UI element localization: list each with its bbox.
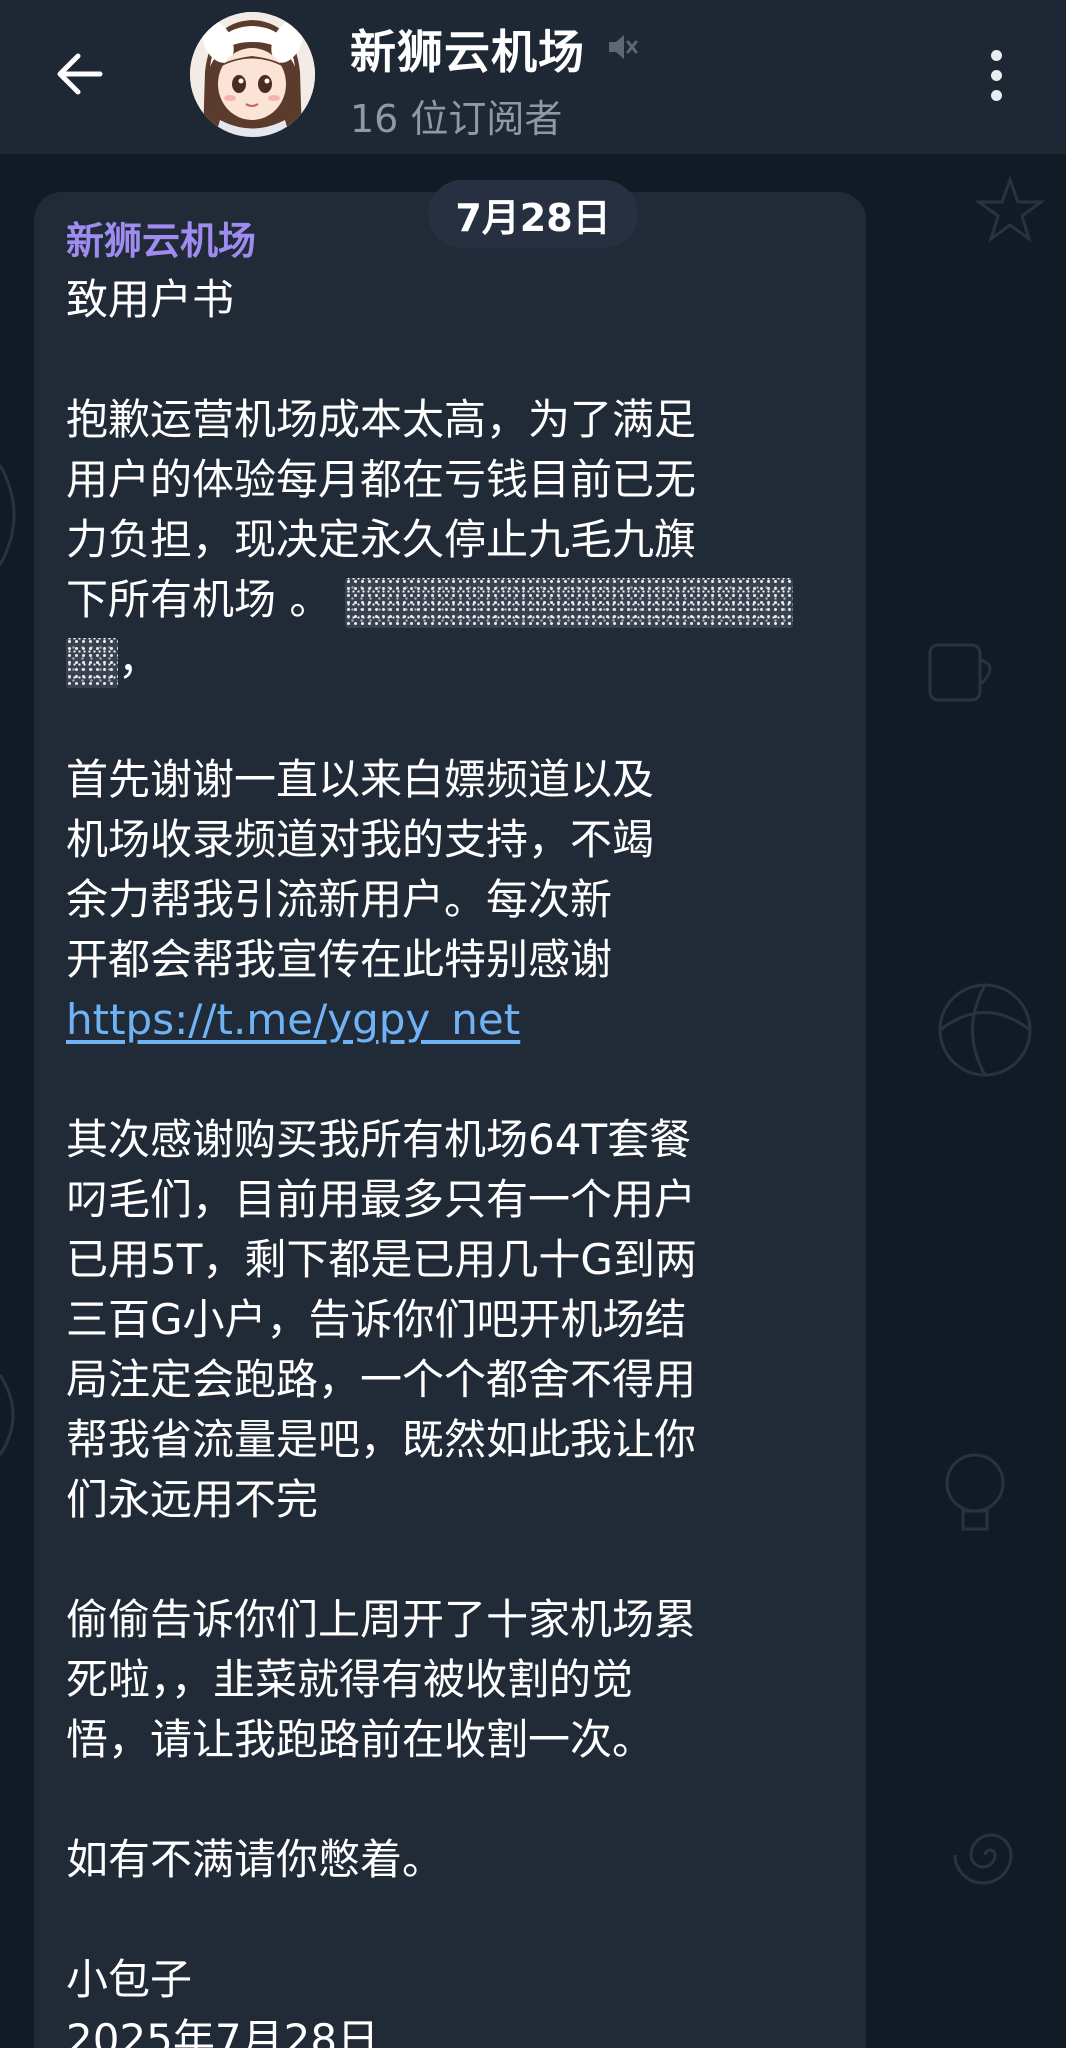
text-line: 用户的体验每月都在亏钱目前已无: [66, 455, 697, 504]
text-line: 机场收录频道对我的支持，不竭: [66, 815, 655, 864]
signature-date: 2025年7月28日: [66, 2015, 380, 2048]
text-line: 开都会帮我宣传在此特别感谢: [66, 935, 613, 984]
text-line-with-spoiler: ，: [66, 630, 836, 690]
star-doodle-icon: [975, 175, 1045, 243]
text-line: 抱歉运营机场成本太高，为了满足: [66, 395, 697, 444]
avatar-girl-image: [190, 12, 315, 137]
text-line: 首先谢谢一直以来白嫖频道以及: [66, 755, 655, 804]
cup-doodle-icon: [928, 643, 992, 702]
text-line: 悟，请让我跑路前在收割一次。: [66, 1715, 655, 1764]
arrow-left-icon: [57, 53, 103, 95]
text-line: 死啦，，韭菜就得有被收割的觉: [66, 1655, 634, 1704]
subscriber-count: 16 位订阅者: [350, 97, 563, 141]
message-text: 致用户书 抱歉运营机场成本太高，为了满足 用户的体验每月都在亏钱目前已无 力负担…: [66, 270, 836, 2048]
text-line: 致用户书: [66, 275, 235, 324]
text-line: ，: [118, 635, 161, 684]
header-title-block[interactable]: 新狮云机场 16 位订阅者: [350, 16, 638, 143]
shell-doodle-icon: [0, 1374, 15, 1456]
muted-speaker-icon: [604, 30, 638, 68]
back-button[interactable]: [40, 34, 120, 114]
text-line: 其次感谢购买我所有机场64T套餐: [66, 1115, 692, 1164]
spoiler-block[interactable]: [66, 637, 118, 688]
text-line: 余力帮我引流新用户。每次新: [66, 875, 613, 924]
text-line: 如有不满请你憋着。: [66, 1835, 445, 1884]
channel-avatar[interactable]: [190, 12, 315, 137]
text-line: 力负担，现决定永久停止九毛九旗: [66, 515, 697, 564]
message-sender[interactable]: 新狮云机场: [66, 210, 256, 265]
channel-title: 新狮云机场: [350, 25, 585, 79]
text-line: 们永远用不完: [66, 1475, 319, 1524]
spoiler-block[interactable]: [345, 577, 794, 628]
ball-doodle-icon: [938, 983, 1032, 1077]
text-line: 三百G小户，告诉你们吧开机场结: [66, 1295, 687, 1344]
text-line: 已用5T，剩下都是已用几十G到两: [66, 1235, 697, 1284]
signature-name: 小包子: [66, 1955, 193, 2004]
text-line-with-spoiler: 下所有机场 。: [66, 570, 836, 630]
channel-link[interactable]: https://t.me/ygpy_net: [66, 995, 520, 1044]
text-line: 局注定会跑路，一个个都舍不得用: [66, 1355, 697, 1404]
more-menu-button[interactable]: [970, 40, 1022, 110]
date-separator: 7月28日: [428, 180, 638, 248]
text-line: 下所有机场 。: [66, 575, 332, 624]
swirl-doodle-icon: [953, 1833, 1013, 1885]
leaf-doodle-icon: [0, 464, 16, 566]
more-vertical-icon: [990, 49, 1002, 101]
bulb-doodle-icon: [945, 1453, 1005, 1531]
chat-header: 新狮云机场 16 位订阅者: [0, 0, 1066, 155]
text-line: 偷偷告诉你们上周开了十家机场累: [66, 1595, 697, 1644]
text-line: 叼毛们，目前用最多只有一个用户: [66, 1175, 697, 1224]
text-line: 帮我省流量是吧，既然如此我让你: [66, 1415, 697, 1464]
